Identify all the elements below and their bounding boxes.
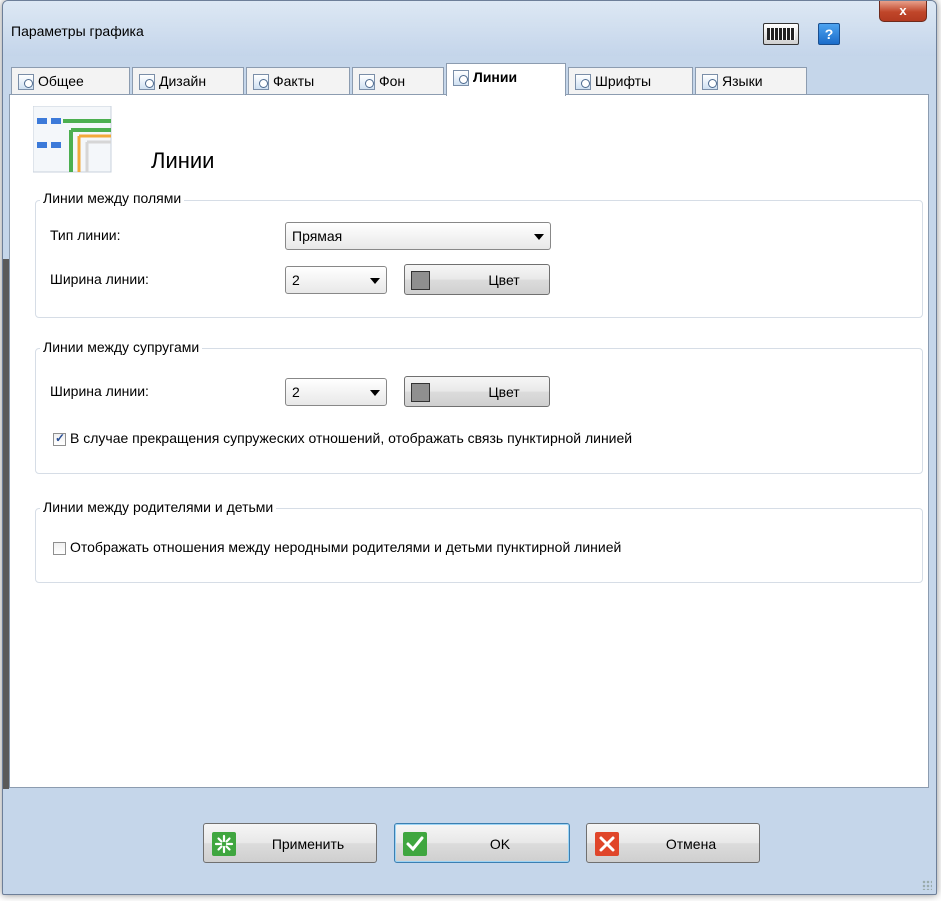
- line-type-label: Тип линии:: [50, 227, 121, 243]
- line-type-select[interactable]: Прямая: [285, 222, 551, 250]
- chevron-down-icon: [370, 278, 380, 284]
- design-tab-icon: [139, 74, 155, 90]
- tab-label: Линии: [473, 69, 518, 85]
- group-parent-child-legend: Линии между родителями и детьми: [40, 499, 277, 515]
- line-width-value: 2: [292, 272, 300, 288]
- lines-tab-icon: [453, 70, 469, 86]
- chevron-down-icon: [370, 390, 380, 396]
- tab-design[interactable]: Дизайн: [132, 67, 244, 95]
- tab-general[interactable]: Общее: [11, 67, 130, 95]
- keyboard-icon[interactable]: [763, 23, 799, 45]
- close-icon: [595, 832, 619, 856]
- tab-fonts[interactable]: Шрифты: [568, 67, 693, 95]
- help-icon[interactable]: ?: [818, 23, 840, 45]
- close-button[interactable]: x: [879, 1, 927, 22]
- lines-page-icon: [33, 106, 112, 173]
- spouse-line-width-select[interactable]: 2: [285, 378, 387, 406]
- cancel-button[interactable]: Отмена: [586, 823, 760, 863]
- group-field-lines-legend: Линии между полями: [40, 190, 185, 206]
- field-line-width-select[interactable]: 2: [285, 266, 387, 294]
- ok-button-label: OK: [489, 836, 511, 852]
- checkmark-icon: [403, 832, 427, 856]
- window-title: Параметры графика: [11, 23, 144, 39]
- tab-background[interactable]: Фон: [352, 67, 444, 95]
- color-swatch: [411, 383, 430, 402]
- tab-label: Языки: [722, 73, 763, 89]
- resize-grip[interactable]: [922, 880, 932, 890]
- languages-tab-icon: [702, 74, 718, 90]
- tab-label: Шрифты: [595, 73, 652, 89]
- dialog-window: Параметры графика ? x Общее Дизайн Факты…: [2, 0, 937, 895]
- color-button-label: Цвет: [488, 384, 520, 400]
- spouse-dashed-checkbox-label[interactable]: В случае прекращения супружеских отношен…: [70, 430, 632, 446]
- facts-tab-icon: [253, 74, 269, 90]
- group-field-lines: [35, 200, 923, 318]
- spouse-line-width-label: Ширина линии:: [50, 383, 149, 399]
- page-title: Линии: [151, 148, 215, 173]
- line-type-value: Прямая: [292, 228, 343, 244]
- tab-strip: Общее Дизайн Факты Фон Линии Шрифты Язык…: [11, 63, 931, 96]
- chevron-down-icon: [534, 234, 544, 240]
- tab-facts[interactable]: Факты: [246, 67, 350, 95]
- apply-button[interactable]: Применить: [203, 823, 377, 863]
- tab-lines[interactable]: Линии: [446, 63, 566, 96]
- cancel-button-label: Отмена: [665, 836, 717, 852]
- field-color-button[interactable]: Цвет: [404, 264, 550, 295]
- tab-label: Дизайн: [159, 73, 207, 89]
- color-button-label: Цвет: [488, 272, 520, 288]
- spouse-dashed-checkbox[interactable]: ✓: [53, 431, 66, 446]
- group-spouse-lines: [35, 348, 923, 474]
- spouse-line-width-value: 2: [292, 384, 300, 400]
- parent-child-dashed-checkbox[interactable]: [53, 542, 66, 555]
- apply-button-label: Применить: [271, 836, 345, 852]
- ok-button[interactable]: OK: [394, 823, 570, 863]
- line-width-label: Ширина линии:: [50, 271, 149, 287]
- group-spouse-lines-legend: Линии между супругами: [40, 339, 203, 355]
- spouse-color-button[interactable]: Цвет: [404, 376, 550, 407]
- fonts-tab-icon: [575, 74, 591, 90]
- background-tab-icon: [359, 74, 375, 90]
- color-swatch: [411, 271, 430, 290]
- apply-icon: [212, 832, 236, 856]
- tab-languages[interactable]: Языки: [695, 67, 807, 95]
- general-tab-icon: [18, 74, 34, 90]
- tab-label: Факты: [273, 73, 315, 89]
- title-bar[interactable]: Параметры графика ? x: [3, 1, 936, 56]
- tab-label: Общее: [38, 73, 84, 89]
- checkmark-icon: ✓: [55, 431, 66, 445]
- parent-child-dashed-checkbox-label[interactable]: Отображать отношения между неродными род…: [70, 539, 621, 555]
- tab-label: Фон: [379, 73, 406, 89]
